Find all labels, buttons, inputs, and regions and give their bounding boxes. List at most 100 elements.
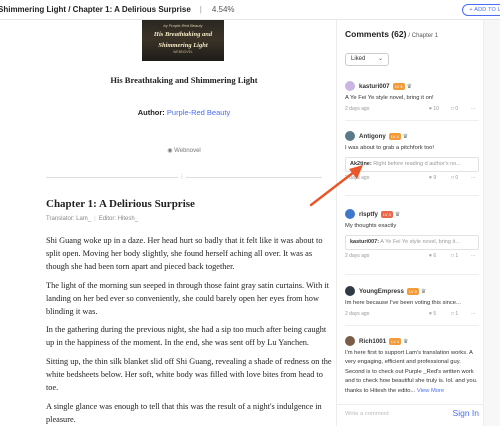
avatar[interactable]: [345, 81, 355, 91]
webnovel-icon: ◉: [167, 148, 173, 154]
paragraph: A single glance was enough to tell that …: [46, 401, 322, 424]
comment-item: Antigony LV 4 ♛ I was about to grab a pi…: [345, 130, 479, 183]
like-button[interactable]: ♥ 5: [429, 311, 436, 317]
comment-username[interactable]: Rich1001: [359, 338, 386, 345]
comment-item: rlsptfy LV 4 ♛ My thoughts exactly kastu…: [345, 208, 479, 261]
reader-top-bar: Shimmering Light / Chapter 1: A Deliriou…: [0, 0, 500, 20]
comment-username[interactable]: Antigony: [359, 133, 386, 140]
comment-text: I was about to grab a pitchfork too!: [345, 145, 434, 151]
chapter-title: Chapter 1: A Delirious Surprise: [46, 198, 195, 210]
like-button[interactable]: ♥ 6: [429, 253, 436, 259]
comment-text: Im here because I've been voting this si…: [345, 300, 461, 306]
more-options-icon[interactable]: ⋯: [471, 106, 476, 112]
comment-time: 2 days ago: [345, 311, 370, 318]
like-button[interactable]: ♥ 10: [429, 106, 439, 112]
publisher-mark: ◉ Webnovel: [32, 147, 336, 154]
avatar[interactable]: [345, 286, 355, 296]
cover-author: by Purple-Red Beauty: [163, 23, 203, 28]
comment-body: I'm here first to support Lam's translat…: [345, 350, 478, 394]
sort-select[interactable]: Liked ⌄: [345, 53, 389, 66]
reply-count: 1: [455, 311, 459, 318]
add-to-library-button[interactable]: + ADD TO L: [462, 4, 500, 16]
comment-divider: [345, 120, 479, 121]
page-scrollbar[interactable]: [483, 20, 500, 426]
medal-icon: ♛: [402, 133, 409, 140]
comment-divider: [345, 325, 479, 326]
view-more-link[interactable]: View More: [417, 388, 444, 394]
level-badge: LV 5: [392, 82, 405, 90]
publisher-name: Webnovel: [174, 148, 201, 154]
author-link[interactable]: Purple-Red Beauty: [167, 108, 230, 117]
comment-divider: [345, 195, 479, 196]
author-label: Author:: [137, 108, 165, 117]
quoted-text: Right before reading d author's no...: [373, 161, 461, 168]
cover-logo: WEBNOVEL: [173, 50, 193, 54]
more-options-icon[interactable]: ⋯: [471, 253, 476, 259]
quoted-comment[interactable]: Ak2tine: Right before reading d author's…: [345, 157, 479, 173]
like-count: 9: [433, 175, 437, 182]
comment-username[interactable]: rlsptfy: [359, 211, 378, 218]
book-author: Author: Purple-Red Beauty: [32, 108, 336, 117]
level-badge: LV 4: [388, 132, 401, 140]
comment-text: My thoughts exactly: [345, 223, 397, 229]
comment-divider: [345, 274, 479, 275]
cover-title-line-2: Shimmering Light: [158, 41, 208, 49]
chapter-reader: by Purple-Red Beauty His Breathtaking an…: [32, 20, 336, 426]
cover-title-line-1: His Breathtaking and: [153, 31, 213, 38]
comment-username[interactable]: kasturi007: [359, 83, 390, 90]
book-title: His Breathtaking and Shimmering Light: [110, 75, 258, 85]
comment-time: 2 days ago: [345, 253, 370, 260]
editor: Editor: Hitesh_: [98, 216, 139, 222]
paragraph: Sitting up, the thin silk blanket slid o…: [46, 357, 332, 393]
reply-count: 1: [455, 253, 459, 260]
avatar[interactable]: [345, 336, 355, 346]
medal-icon: ♛: [406, 83, 412, 90]
comment-time: 2 days ago: [345, 175, 370, 182]
comment-text: I'm here first to support Lam's translat…: [345, 349, 479, 396]
quoted-comment[interactable]: kasturi007: A Ye Fei Ye style novel, bri…: [345, 235, 479, 251]
quoted-user: Ak2tine:: [350, 161, 372, 168]
avatar[interactable]: [345, 209, 355, 219]
chapter-credits: Translator: Lam_ | Editor: Hitesh_: [46, 216, 139, 222]
comment-username[interactable]: YoungEmpress: [359, 288, 404, 295]
reply-button[interactable]: □ 0: [451, 175, 458, 181]
chapter-body: Shi Guang woke up in a daze. Her head hu…: [46, 235, 336, 426]
breadcrumb[interactable]: Shimmering Light / Chapter 1: A Deliriou…: [0, 5, 191, 14]
comment-item: Rich1001 LV 4 ♛ I'm here first to suppor…: [345, 335, 479, 396]
comments-panel: Comments (62) / Chapter 1 Liked ⌄ kasturi…: [336, 20, 483, 426]
like-count: 10: [433, 106, 439, 113]
paragraph: Shi Guang woke up in a daze. Her head hu…: [46, 236, 323, 271]
level-badge: LV 4: [389, 337, 402, 345]
quoted-user: kasturi007:: [350, 239, 380, 246]
translator: Translator: Lam_: [46, 216, 92, 222]
comment-composer: Write a comment Sign In: [337, 404, 483, 426]
sort-selected: Liked: [351, 56, 366, 62]
like-count: 6: [433, 253, 437, 260]
comment-item: kasturi007 LV 5 ♛ A Ye Fei Ye style nove…: [345, 80, 479, 114]
reply-button[interactable]: □ 0: [451, 106, 458, 112]
reading-progress: 4.54%: [211, 5, 235, 14]
divider-ornament-icon: ⋮: [178, 173, 186, 181]
medal-icon: ♛: [403, 338, 409, 345]
comment-time: 2 days ago: [345, 106, 370, 113]
comments-header: Comments (62) / Chapter 1: [345, 29, 438, 39]
reply-button[interactable]: □ 1: [451, 253, 458, 259]
comments-title: Comments (62): [345, 29, 407, 39]
like-button[interactable]: ♥ 9: [429, 175, 436, 181]
chevron-down-icon: ⌄: [377, 56, 383, 62]
more-options-icon[interactable]: ⋯: [471, 311, 476, 317]
more-options-icon[interactable]: ⋯: [471, 175, 476, 181]
reply-count: 0: [455, 175, 459, 182]
medal-icon: ♛: [394, 211, 401, 218]
like-count: 5: [433, 311, 437, 318]
level-badge: LV 4: [380, 210, 393, 218]
book-cover: by Purple-Red Beauty His Breathtaking an…: [142, 20, 224, 61]
reply-count: 0: [455, 106, 459, 113]
write-comment-input[interactable]: Write a comment: [345, 411, 389, 417]
sign-in-button[interactable]: Sign In: [453, 408, 479, 418]
reply-button[interactable]: □ 1: [451, 311, 458, 317]
avatar[interactable]: [345, 131, 355, 141]
comments-chapter: / Chapter 1: [408, 33, 439, 39]
paragraph: In the gathering during the previous nig…: [46, 325, 327, 348]
comment-text: A Ye Fei Ye style novel, bring it on!: [345, 95, 434, 101]
